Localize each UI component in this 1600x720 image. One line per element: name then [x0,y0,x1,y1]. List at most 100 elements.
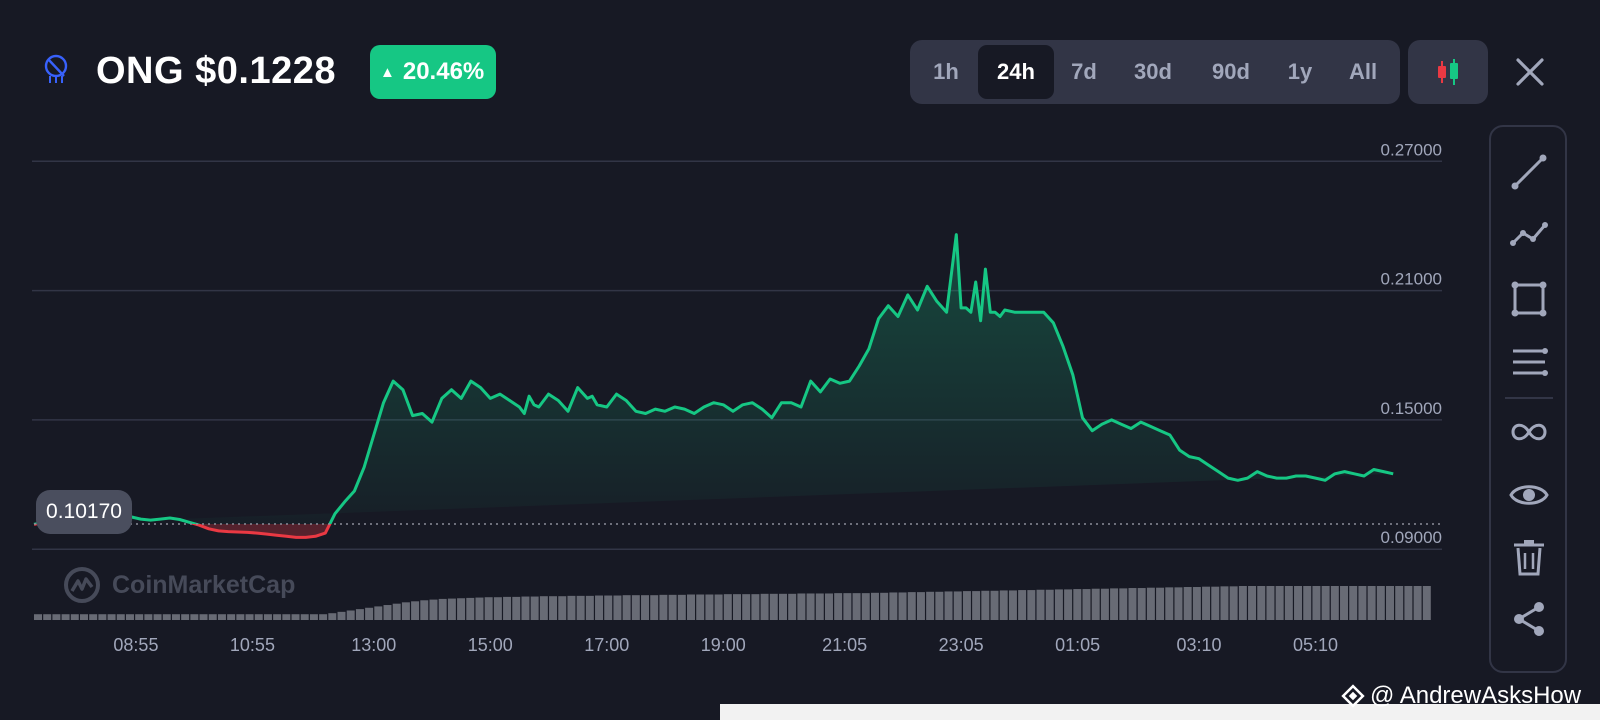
range-24h-button[interactable]: 24h [978,45,1054,99]
volume-bar [1330,586,1339,620]
volume-bar [457,598,466,620]
volume-bar [181,614,190,620]
volume-bar [962,591,971,620]
volume-bar [1248,586,1257,620]
volume-bar [319,614,328,620]
volume-bar [263,614,272,620]
volume-bar [1294,586,1303,620]
volume-bar [420,600,429,620]
volume-bar [1202,586,1211,620]
volume-bar [916,592,925,620]
volume-bar [61,614,70,620]
volume-bar [1284,586,1293,620]
volume-bar [208,614,217,620]
eye-icon[interactable] [1509,475,1549,515]
rectangle-tool-icon[interactable] [1509,279,1549,319]
volume-bar [512,596,521,620]
volume-bar [1156,587,1165,620]
toolbar-divider [1505,397,1553,399]
volume-bar [622,595,631,620]
x-tick-label: 13:00 [351,635,396,655]
volume-bar [953,591,962,620]
volume-bar [475,597,484,620]
volume-bar [1238,586,1247,620]
volume-bar [355,609,364,620]
range-1h-button[interactable]: 1h [914,45,978,99]
share-icon[interactable] [1509,599,1549,639]
volume-bar [135,614,144,620]
trash-icon[interactable] [1509,537,1549,577]
volume-bar [291,614,300,620]
volume-bar [1220,586,1229,620]
volume-bar [1422,586,1431,620]
volume-bar [1349,586,1358,620]
volume-bar [273,614,282,620]
watermark-text: CoinMarketCap [112,570,296,599]
range-1y-button[interactable]: 1y [1270,45,1330,99]
x-tick-label: 19:00 [701,635,746,655]
volume-bar [1183,587,1192,620]
close-icon[interactable] [1510,52,1550,92]
volume-bar [98,614,107,620]
volume-bar [530,596,539,620]
volume-bar [659,594,668,620]
y-tick-label: 0.27000 [1381,140,1442,159]
volume-bar [898,592,907,620]
range-30d-button[interactable]: 30d [1114,45,1192,99]
line-tool-icon[interactable] [1509,152,1549,192]
axis-labels: 0.27000 0.21000 0.15000 0.09000 08:55 10:55 13… [113,140,1442,655]
x-tick-label: 17:00 [584,635,629,655]
polyline-tool-icon[interactable] [1509,215,1549,255]
range-all-button[interactable]: All [1330,45,1396,99]
volume-bar [1054,589,1063,620]
volume-bar [1100,588,1109,620]
volume-bar [484,597,493,620]
price-change-badge: ▲ 20.46% [370,45,497,99]
volume-bar [595,595,604,620]
volume-bar [1303,586,1312,620]
volume-bar [43,614,52,620]
y-tick-label: 0.21000 [1381,270,1442,289]
time-range-selector: 1h 24h 7d 30d 90d 1y All [910,40,1400,104]
volume-bar [778,593,787,620]
horizontal-lines-tool-icon[interactable] [1509,342,1549,382]
volume-bar [668,594,677,620]
volume-bar [539,596,548,620]
x-tick-label: 23:05 [939,635,984,655]
volume-bar [604,595,613,620]
x-tick-label: 03:10 [1176,635,1221,655]
volume-bar [337,611,346,620]
volume-bar [1091,588,1100,620]
volume-bar [374,606,383,620]
volume-bar [723,594,732,620]
x-tick-label: 05:10 [1293,635,1338,655]
volume-bar [788,593,797,620]
volume-bar [521,596,530,620]
candlestick-icon [1438,59,1458,85]
diamond-logo-icon [1341,684,1365,708]
candlestick-toggle-button[interactable] [1408,40,1488,104]
volume-bar [79,614,88,620]
author-credit: @ AndrewAsksHow [1340,680,1581,712]
price-chart[interactable]: 0.27000 0.21000 0.15000 0.09000 08:55 10:55 13… [0,120,1490,680]
coin-title: ONG $0.1228 [96,50,336,93]
range-7d-button[interactable]: 7d [1054,45,1114,99]
volume-bar [1073,589,1082,620]
volume-bar [852,593,861,620]
volume-bar [861,593,870,620]
volume-bar [1376,586,1385,620]
volume-bar [199,614,208,620]
volume-bar [1036,589,1045,620]
volume-bar [227,614,236,620]
infinity-icon[interactable] [1509,412,1549,452]
volume-bar [972,591,981,620]
volume-bar [1008,590,1017,620]
volume-bar [1413,586,1422,620]
volume-bar [742,594,751,620]
coinmarketcap-logo-icon [64,567,100,603]
volume-bar [411,601,420,620]
range-90d-button[interactable]: 90d [1192,45,1270,99]
volume-bar [834,593,843,620]
volume-bar [438,598,447,620]
volume-bar [429,599,438,620]
